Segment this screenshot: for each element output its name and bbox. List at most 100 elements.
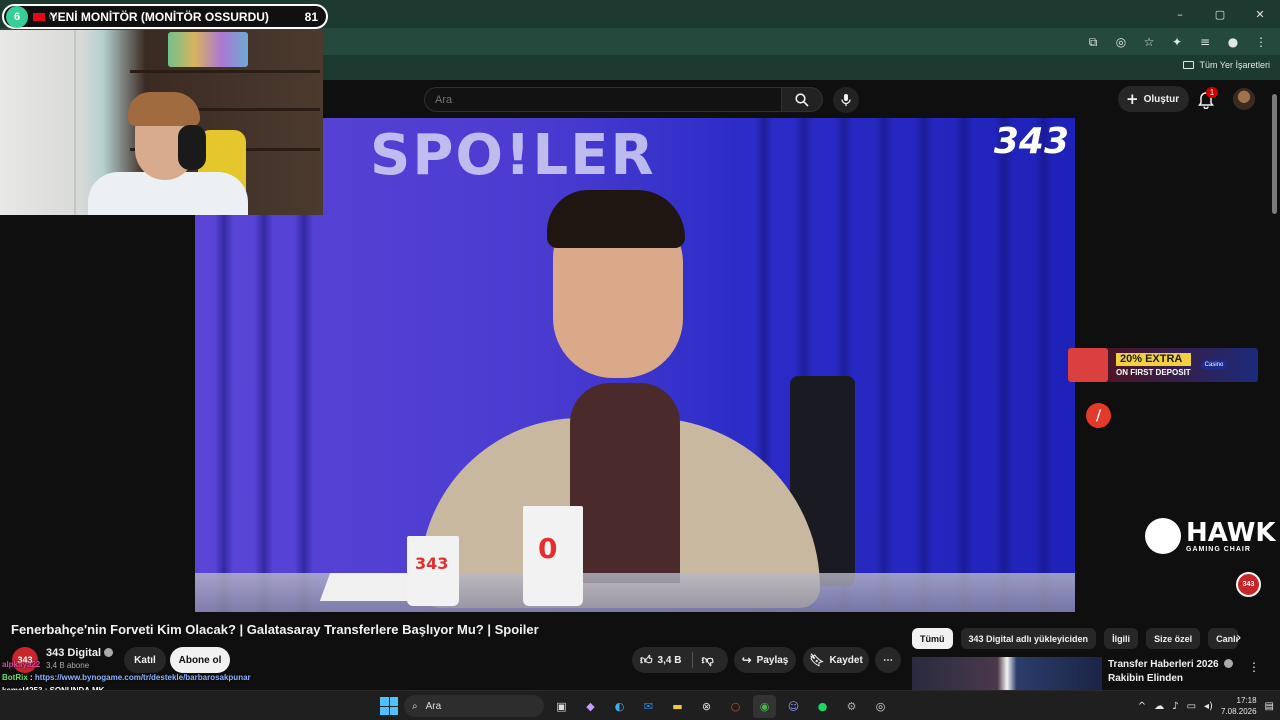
- dislike-icon[interactable]: 👎︎: [701, 653, 713, 668]
- all-bookmarks-label: Tüm Yer İşaretleri: [1199, 60, 1270, 70]
- sponsor-logo-icon: /: [1086, 403, 1111, 428]
- browser-menu-icon[interactable]: ⋮: [1250, 32, 1272, 52]
- opera-icon[interactable]: ○: [724, 695, 747, 718]
- copilot-icon[interactable]: ◆: [579, 695, 602, 718]
- media-icon[interactable]: ≡: [1194, 32, 1216, 52]
- cup-logo: 0: [538, 532, 558, 565]
- extensions-icon[interactable]: ✦: [1166, 32, 1188, 52]
- video-title: Fenerbahçe'nin Forveti Kim Olacak? | Gal…: [11, 622, 539, 637]
- viewer-badge: 6: [6, 5, 28, 28]
- curtain-fold: [1035, 118, 1053, 612]
- search-icon: ⌕: [412, 700, 418, 712]
- minimize-button[interactable]: –: [1160, 0, 1200, 28]
- share-button[interactable]: ↪ Paylaş: [734, 647, 796, 673]
- video-player[interactable]: SPO!LER 343 343 0: [195, 118, 1075, 612]
- weather-icon[interactable]: ☁: [1154, 701, 1164, 712]
- scrollbar-thumb[interactable]: [1272, 94, 1277, 214]
- taskbar-search-placeholder: Ara: [425, 700, 442, 712]
- recommended-video-thumbnail[interactable]: [912, 657, 1102, 690]
- streamer-webcam: [0, 30, 323, 215]
- channel-watermark: 343: [993, 121, 1069, 162]
- all-bookmarks-button[interactable]: Tüm Yer İşaretleri: [1183, 60, 1270, 70]
- taskbar-search[interactable]: ⌕ Ara: [404, 695, 544, 717]
- edge-icon[interactable]: ◐: [608, 695, 631, 718]
- recommended-video-title[interactable]: Transfer Haberleri 2026 Rakibin Elinden: [1108, 658, 1234, 686]
- chrome-icon[interactable]: ◉: [753, 694, 776, 718]
- spoiler-wall-text: SPO!LER: [370, 123, 656, 188]
- eye-off-icon[interactable]: ◎: [1110, 32, 1132, 52]
- maximize-button[interactable]: ▢: [1200, 0, 1240, 28]
- rec-menu-icon[interactable]: ⋮: [1248, 660, 1260, 674]
- search-button[interactable]: [781, 87, 823, 112]
- outlook-icon[interactable]: ✉: [637, 695, 660, 718]
- chip-related[interactable]: İlgili: [1104, 628, 1139, 649]
- chevron-up-icon[interactable]: ^: [1138, 701, 1146, 712]
- presenter-hair: [547, 190, 685, 248]
- profile-icon[interactable]: ●: [1222, 32, 1244, 52]
- share-label: Paylaş: [756, 654, 789, 666]
- hawk-sponsor-logo: HAWK GAMING CHAIR: [1145, 518, 1276, 554]
- file-explorer-icon[interactable]: ▬: [666, 695, 689, 718]
- chip-live[interactable]: Canlı: [1208, 628, 1239, 649]
- ad-text: 20% EXTRA ON FIRST DEPOSIT: [1116, 353, 1191, 377]
- search-icon: [795, 92, 809, 107]
- verified-icon: [1224, 659, 1234, 668]
- voice-search-button[interactable]: [833, 87, 859, 113]
- settings-icon[interactable]: ⚙: [840, 695, 863, 718]
- close-button[interactable]: ✕: [1240, 0, 1280, 28]
- windows-start-icon[interactable]: [380, 697, 398, 715]
- plus-icon: +: [1126, 89, 1139, 108]
- save-button[interactable]: 🔖︎ Kaydet: [803, 647, 869, 673]
- bookmark-star-icon[interactable]: ☆: [1138, 32, 1160, 52]
- chip-all[interactable]: Tümü: [912, 628, 953, 649]
- more-actions-button[interactable]: ⋯: [875, 647, 901, 673]
- discord-icon[interactable]: ☺: [782, 695, 805, 718]
- notification-center-icon[interactable]: ▤: [1265, 701, 1274, 712]
- cast-icon[interactable]: ⧉: [1082, 32, 1104, 52]
- chat-user: alpkaya22: [2, 660, 41, 669]
- spotify-icon[interactable]: ●: [811, 695, 834, 718]
- casino-ad-banner[interactable]: 20% EXTRA ON FIRST DEPOSIT Casino: [1068, 348, 1258, 382]
- coffee-cup: 0: [523, 506, 583, 606]
- obs-icon[interactable]: ◎: [869, 695, 892, 718]
- chat-user: BotRix: [2, 673, 28, 682]
- hawk-name: HAWK: [1186, 517, 1276, 548]
- like-divider: [692, 652, 693, 668]
- rec-title-line1: Transfer Haberleri 2026: [1108, 659, 1219, 670]
- mini-channel-logo: 343: [1236, 572, 1261, 597]
- like-count[interactable]: 3,4 B: [658, 655, 682, 666]
- microphone-icon[interactable]: ♪: [1172, 701, 1178, 712]
- window-controls: – ▢ ✕: [1160, 0, 1280, 28]
- system-tray: ^ ☁ ♪ ▭ ◂) 17:18 7.08.2026 ▤: [1138, 694, 1274, 718]
- ad-image: [1068, 348, 1108, 382]
- address-bar-icons: ⧉ ◎ ☆ ✦ ≡ ● ⋮: [1082, 32, 1272, 52]
- folder-icon: [1183, 61, 1195, 69]
- recommendation-chips: Tümü 343 Digital adlı yükleyiciden İlgil…: [912, 628, 1239, 649]
- clock[interactable]: 17:18 7.08.2026: [1221, 695, 1257, 717]
- taskbar-apps: ⌕ Ara ▣ ◆ ◐ ✉ ▬ ⊗ ○ ◉ ☺ ● ⚙ ◎: [380, 694, 892, 718]
- headphones: [178, 125, 206, 170]
- chevron-right-icon[interactable]: ›: [1236, 630, 1242, 646]
- account-avatar[interactable]: [1233, 88, 1255, 110]
- network-icon[interactable]: ▭: [1187, 701, 1196, 712]
- page-scrollbar[interactable]: [1270, 80, 1280, 690]
- windows-taskbar: ⌕ Ara ▣ ◆ ◐ ✉ ▬ ⊗ ○ ◉ ☺ ● ⚙ ◎ ^ ☁ ♪ ▭ ◂)…: [0, 690, 1280, 720]
- stream-title-bar: 6 (1) YENİ MONİTÖR (MONİTÖR OSSURDU) 81: [2, 4, 328, 29]
- xbox-icon[interactable]: ⊗: [695, 695, 718, 718]
- create-label: Oluştur: [1143, 93, 1180, 105]
- streamer-hair: [128, 92, 200, 126]
- curtain-fold: [955, 118, 973, 612]
- volume-icon[interactable]: ◂): [1204, 701, 1213, 712]
- search-input[interactable]: [425, 88, 781, 111]
- presenter-shirt: [570, 383, 680, 583]
- create-button[interactable]: + Oluştur: [1118, 86, 1190, 112]
- chat-message: alpkaya22: [2, 658, 251, 671]
- light-cubes: [168, 32, 248, 67]
- verified-icon: [104, 648, 114, 657]
- chip-for-you[interactable]: Size özel: [1146, 628, 1201, 649]
- task-view-icon[interactable]: ▣: [550, 695, 573, 718]
- chip-from-uploader[interactable]: 343 Digital adlı yükleyiciden: [960, 628, 1097, 649]
- ad-subline: ON FIRST DEPOSIT: [1116, 368, 1191, 377]
- like-icon[interactable]: 👍︎: [640, 653, 653, 668]
- microphone-icon: [841, 94, 851, 106]
